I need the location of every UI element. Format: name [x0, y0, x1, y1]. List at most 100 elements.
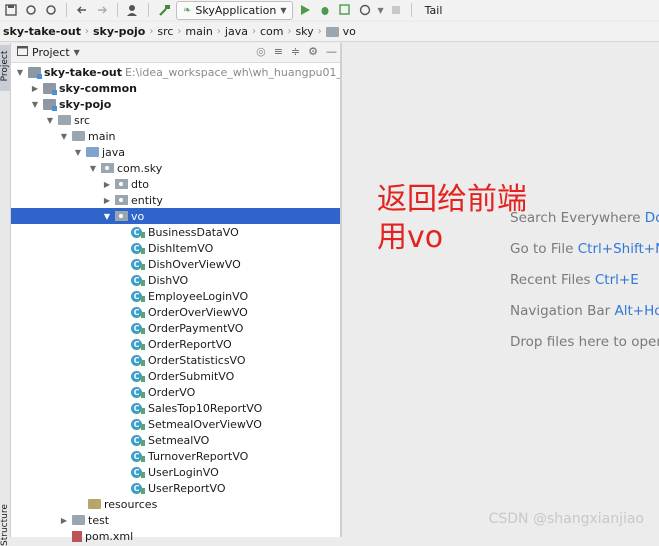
run-configuration-selector[interactable]: ❧ SkyApplication ▼ — [176, 0, 294, 20]
class-item[interactable]: C UserLoginVO — [131, 464, 219, 480]
tree-node-label: java — [102, 145, 126, 159]
tail-button[interactable]: Tail — [425, 4, 443, 17]
tree-node-sky-pojo[interactable]: ▼ sky-pojo — [30, 96, 111, 112]
class-item[interactable]: C OrderOverViewVO — [131, 304, 248, 320]
annotation-line: 返回给前端 — [377, 182, 527, 217]
sync-icon[interactable] — [23, 2, 39, 18]
module-icon — [43, 98, 57, 111]
main-toolbar: ❧ SkyApplication ▼ ▼ Tail — [0, 0, 659, 20]
class-item[interactable]: C SalesTop10ReportVO — [131, 400, 262, 416]
chevron-down-icon[interactable]: ▼ — [45, 116, 55, 125]
tree-node-pom[interactable]: pom.xml — [59, 528, 133, 544]
class-item[interactable]: C OrderSubmitVO — [131, 368, 234, 384]
chevron-down-icon[interactable]: ▼ — [30, 100, 40, 109]
chevron-right-icon: › — [84, 26, 89, 37]
profile-icon[interactable] — [357, 2, 373, 18]
chevron-right-icon[interactable]: ▶ — [59, 516, 69, 525]
tree-node-src[interactable]: ▼ src — [45, 112, 90, 128]
folder-icon — [72, 515, 85, 525]
tree-node-vo[interactable]: ▼ vo — [11, 208, 341, 224]
tree-node-root[interactable]: ▼ sky-take-out E:\idea_workspace_wh\wh_h… — [15, 64, 396, 80]
tree-node-label: pom.xml — [85, 529, 134, 543]
class-name: SalesTop10ReportVO — [148, 401, 263, 415]
chevron-right-icon[interactable]: ▶ — [102, 180, 112, 189]
tree-node-main[interactable]: ▼ main — [59, 128, 116, 144]
tree-node-label: entity — [131, 193, 163, 207]
annotation-line: 用vo — [377, 220, 444, 255]
reload-icon[interactable] — [43, 2, 59, 18]
minimize-icon[interactable]: — — [326, 45, 337, 58]
access-badge-icon — [141, 328, 145, 334]
chevron-down-icon[interactable]: ▼ — [377, 6, 383, 15]
tree-node-com-sky[interactable]: ▼ com.sky — [88, 160, 162, 176]
class-item[interactable]: C OrderPaymentVO — [131, 320, 243, 336]
class-item[interactable]: C SetmealVO — [131, 432, 209, 448]
folder-icon — [325, 26, 339, 37]
class-item[interactable]: C BusinessDataVO — [131, 224, 239, 240]
chevron-down-icon[interactable]: ▼ — [74, 48, 80, 57]
class-name: DishItemVO — [148, 241, 214, 255]
forward-icon[interactable] — [94, 2, 110, 18]
build-icon[interactable] — [156, 2, 172, 18]
expand-all-icon[interactable]: ≡ — [274, 45, 283, 58]
chevron-down-icon[interactable]: ▼ — [59, 132, 69, 141]
tree-node-sky-common[interactable]: ▶ sky-common — [30, 80, 137, 96]
tree-node-test[interactable]: ▶ test — [59, 512, 109, 528]
access-badge-icon — [141, 232, 145, 238]
collapse-all-icon[interactable]: ≑ — [291, 45, 300, 58]
package-icon — [101, 163, 114, 173]
breadcrumb-item[interactable]: main — [185, 25, 212, 38]
class-item[interactable]: C DishItemVO — [131, 240, 213, 256]
breadcrumb-item[interactable]: sky-pojo — [93, 25, 145, 38]
tree-node-java[interactable]: ▼ java — [73, 144, 125, 160]
chevron-right-icon: › — [177, 26, 182, 37]
project-panel: Project ▼ ◎ ≡ ≑ ⚙ — ▼ sky-take-out E:\id… — [11, 43, 396, 543]
gear-icon[interactable]: ⚙ — [308, 45, 318, 58]
breadcrumb-item[interactable]: com — [260, 25, 284, 38]
module-icon — [28, 66, 42, 79]
breadcrumb-item[interactable]: java — [225, 25, 248, 38]
access-badge-icon — [141, 456, 145, 462]
class-item[interactable]: C OrderVO — [131, 384, 195, 400]
chevron-down-icon[interactable]: ▼ — [88, 164, 98, 173]
chevron-right-icon[interactable]: ▶ — [30, 84, 40, 93]
class-item[interactable]: C EmployeeLoginVO — [131, 288, 248, 304]
panel-title[interactable]: Project — [32, 46, 70, 59]
run-icon[interactable] — [297, 2, 313, 18]
class-item[interactable]: C UserReportVO — [131, 480, 226, 496]
class-item[interactable]: C DishOverViewVO — [131, 256, 241, 272]
save-icon[interactable] — [3, 2, 19, 18]
chevron-down-icon[interactable]: ▼ — [15, 68, 25, 77]
breadcrumb-item[interactable]: src — [157, 25, 173, 38]
breadcrumb-item[interactable]: sky — [295, 25, 313, 38]
access-badge-icon — [141, 248, 145, 254]
access-badge-icon — [141, 264, 145, 270]
tree-node-label: sky-pojo — [59, 97, 112, 111]
module-icon — [43, 82, 57, 95]
class-item[interactable]: C OrderReportVO — [131, 336, 232, 352]
breadcrumb-item[interactable]: vo — [343, 25, 356, 38]
tree-node-label: main — [88, 129, 116, 143]
class-item[interactable]: C SetmealOverViewVO — [131, 416, 262, 432]
class-item[interactable]: C TurnoverReportVO — [131, 448, 248, 464]
breadcrumb-item[interactable]: sky-take-out — [3, 25, 81, 38]
debug-icon[interactable] — [317, 2, 333, 18]
access-badge-icon — [141, 344, 145, 350]
chevron-right-icon: › — [251, 26, 256, 37]
class-item[interactable]: C OrderStatisticsVO — [131, 352, 246, 368]
tree-node-resources[interactable]: resources — [88, 496, 157, 512]
coverage-icon[interactable] — [337, 2, 353, 18]
tree-node-dto[interactable]: ▶ dto — [102, 176, 149, 192]
stop-icon[interactable] — [388, 2, 404, 18]
tree-node-label: sky-common — [59, 81, 137, 95]
chevron-right-icon[interactable]: ▶ — [102, 196, 112, 205]
class-item[interactable]: C DishVO — [131, 272, 188, 288]
tree-node-entity[interactable]: ▶ entity — [102, 192, 163, 208]
chevron-down-icon[interactable]: ▼ — [73, 148, 83, 157]
locate-icon[interactable]: ◎ — [256, 45, 266, 58]
structure-tool-tab-label[interactable]: Structure — [0, 504, 10, 546]
hint-search-everywhere: Search Everywhere Doub — [510, 210, 659, 226]
user-icon[interactable] — [125, 2, 141, 18]
chevron-down-icon[interactable]: ▼ — [102, 212, 112, 221]
back-icon[interactable] — [74, 2, 90, 18]
